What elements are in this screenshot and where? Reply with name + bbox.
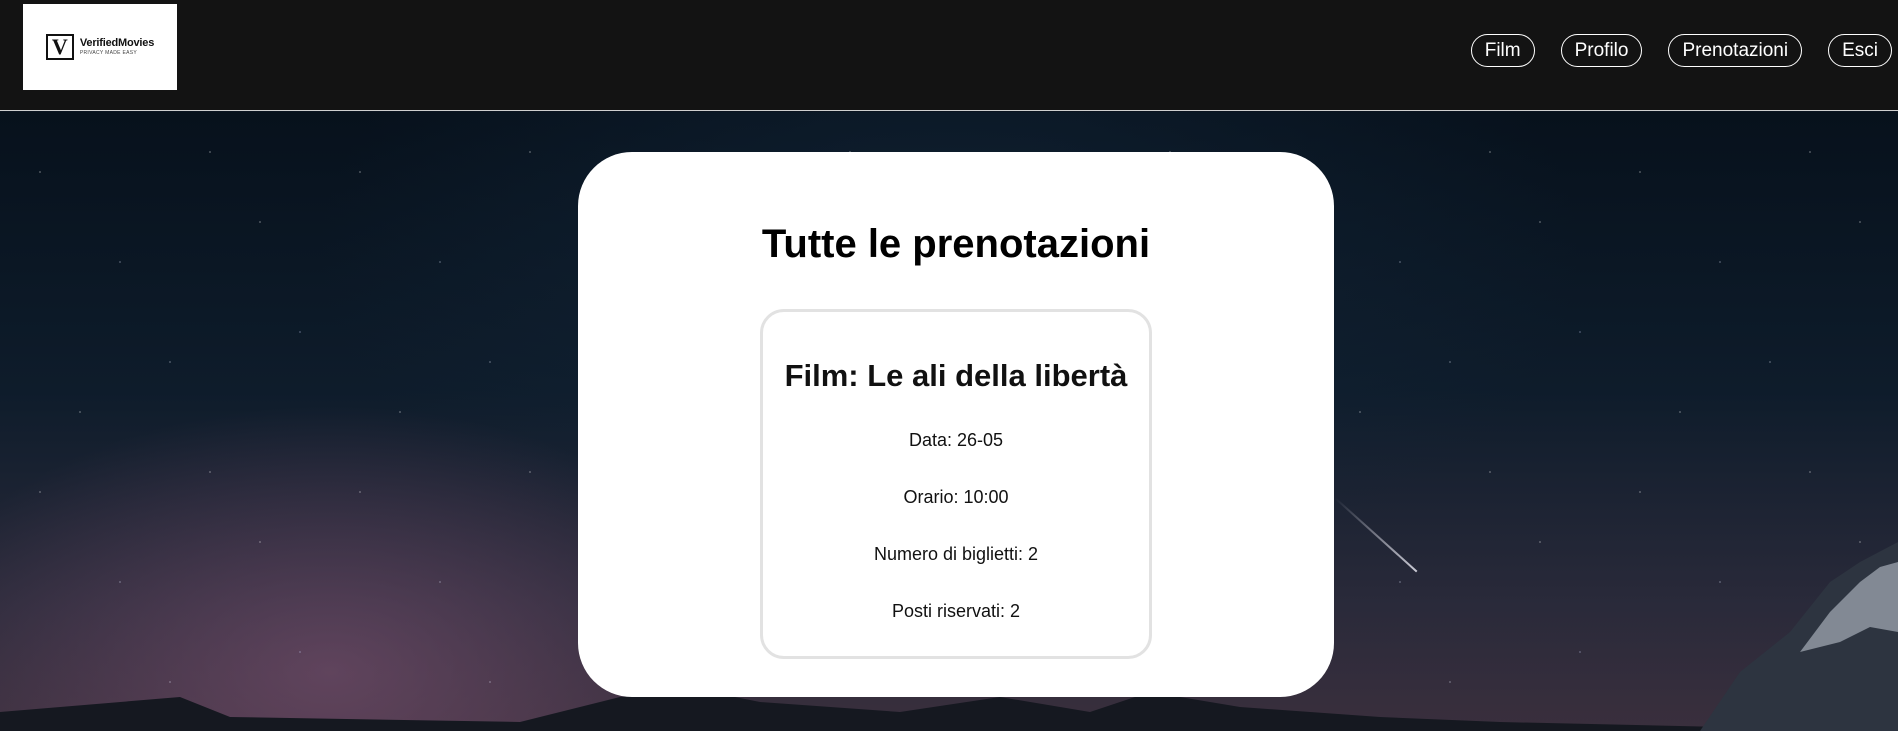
booking-film-title: Film: Le ali della libertà (784, 358, 1128, 393)
nav-film-button[interactable]: Film (1470, 34, 1535, 67)
logo-tagline: PRIVACY MADE EASY (79, 50, 138, 56)
booking-tickets: Numero di biglietti: 2 (873, 544, 1039, 564)
booking-time: Orario: 10:00 (903, 487, 1009, 507)
booking-seats: Posti riservati: 2 (891, 601, 1021, 621)
top-navigation-bar: V VerifiedMovies PRIVACY MADE EASY Film … (0, 0, 1898, 111)
logo-text: VerifiedMovies PRIVACY MADE EASY (80, 38, 154, 56)
booking-date: Data: 26-05 (908, 430, 1004, 450)
page-title: Tutte le prenotazioni (761, 222, 1151, 266)
nav-profilo-button[interactable]: Profilo (1560, 34, 1643, 67)
logo-mark-icon: V (45, 34, 74, 60)
app-logo[interactable]: V VerifiedMovies PRIVACY MADE EASY (23, 4, 177, 90)
nav-prenotazioni-button[interactable]: Prenotazioni (1668, 34, 1803, 67)
booking-card: Film: Le ali della libertà Data: 26-05 O… (760, 309, 1152, 659)
logo-name: VerifiedMovies (79, 37, 155, 49)
bookings-panel: Tutte le prenotazioni Film: Le ali della… (578, 152, 1334, 697)
nav-esci-button[interactable]: Esci (1828, 34, 1892, 67)
main-nav: Film Profilo Prenotazioni Esci (1470, 34, 1892, 67)
logo-content: V VerifiedMovies PRIVACY MADE EASY (45, 34, 154, 60)
